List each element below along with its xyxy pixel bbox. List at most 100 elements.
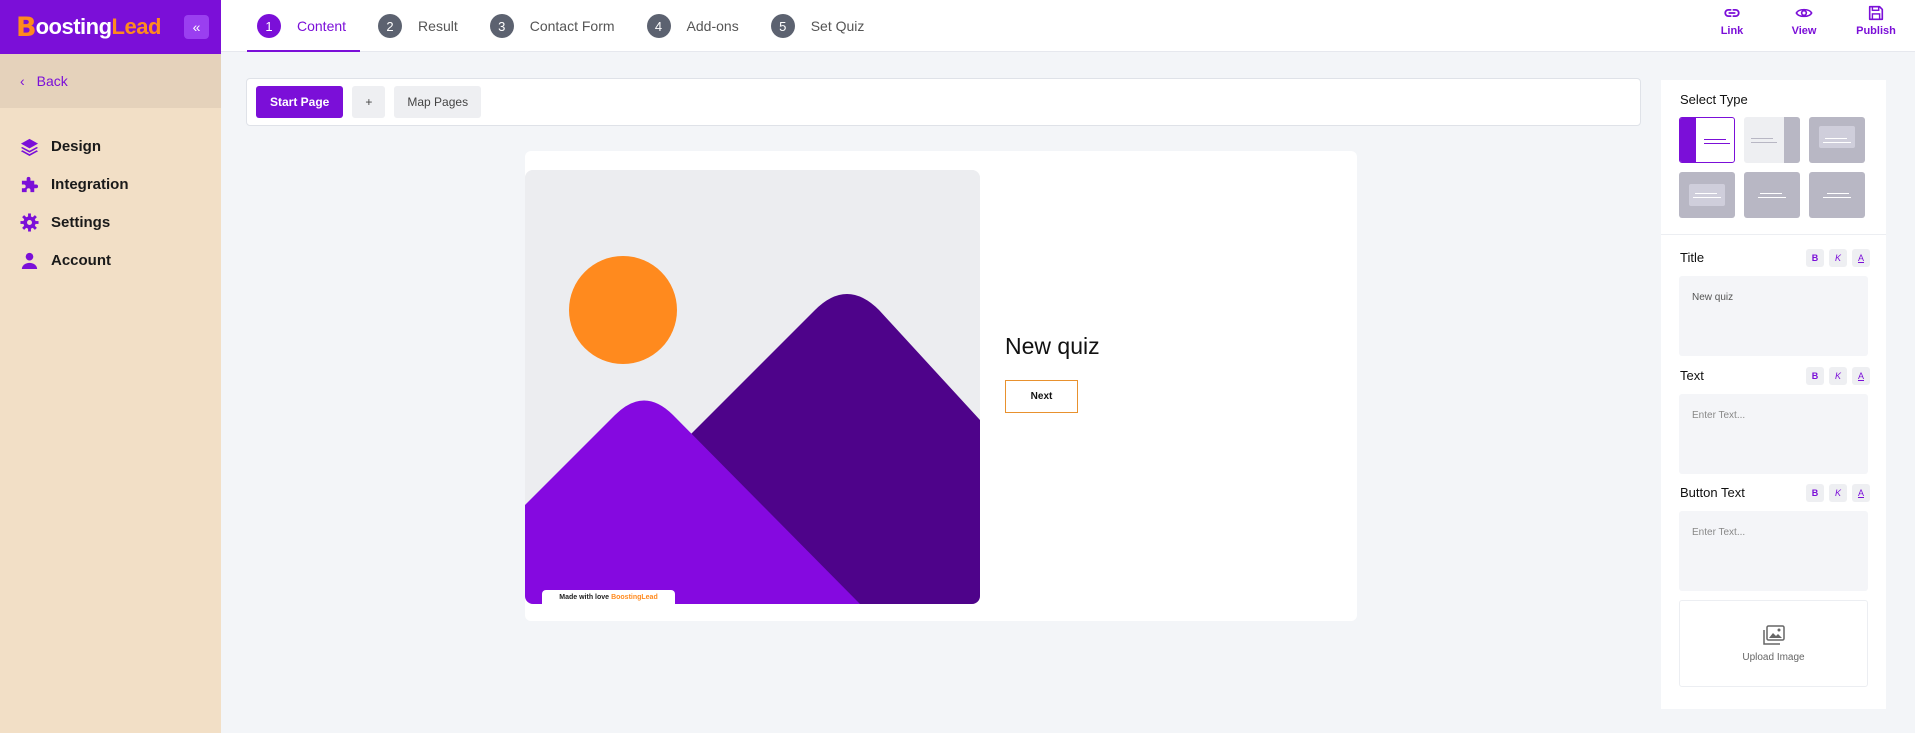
tile-line [1758,197,1786,198]
tab-content[interactable]: 1 Content [247,0,361,52]
tile-line [1827,193,1849,194]
map-pages-button[interactable]: Map Pages [394,86,482,118]
quiz-title[interactable]: New quiz [1005,333,1100,360]
step-label: Content [297,18,347,34]
layout-type-grid [1679,117,1865,218]
upload-image-label: Upload Image [1742,651,1805,663]
layout-type-option[interactable] [1809,117,1865,163]
landscape-illustration [525,170,980,604]
top-bar: 1 Content 2 Result 3 Contact Form 4 Add-… [221,0,1915,52]
layout-type-option[interactable] [1679,172,1735,218]
italic-button[interactable]: K [1829,249,1847,267]
made-with-label: Made with love [559,593,610,601]
chevron-left-icon: ‹ [20,73,25,89]
quiz-preview-canvas: Made with love BoostingLead New quiz Nex… [525,151,1357,621]
tab-set-quiz[interactable]: 5 Set Quiz [761,0,879,52]
step-number: 5 [770,14,795,38]
gear-icon [20,212,39,232]
header-actions: Link View Publish [1703,4,1905,37]
logo-mark: B [16,11,37,43]
next-button[interactable]: Next [1005,380,1078,413]
user-icon [21,252,38,269]
step-label: Set Quiz [810,18,865,34]
step-tabs: 1 Content 2 Result 3 Contact Form 4 Add-… [247,0,886,52]
sidebar-item-label: Settings [51,213,111,231]
collapse-sidebar-button[interactable]: « [184,15,209,39]
text-input[interactable]: Enter Text... [1679,394,1868,474]
puzzle-icon [21,176,39,192]
hero-image-placeholder[interactable]: Made with love BoostingLead [525,170,980,604]
sidebar-item-design[interactable]: Design [0,127,221,165]
tile-line [1751,138,1773,139]
link-icon [1724,8,1740,18]
title-label: Title [1680,250,1705,265]
text-color-button[interactable]: A [1852,367,1870,385]
sidebar-item-label: Design [51,137,102,155]
layout-type-option[interactable] [1744,172,1800,218]
tile-line [1823,142,1851,143]
tile-image-block [1680,118,1696,162]
made-with-brand: BoostingLead [611,593,658,601]
button-text-input[interactable]: Enter Text... [1679,511,1868,591]
add-page-button[interactable]: + [352,86,386,118]
tile-line [1693,197,1721,198]
tile-image-block [1689,184,1725,206]
text-color-button[interactable]: A [1852,249,1870,267]
tile-line [1704,143,1730,144]
button-text-label: Button Text [1680,485,1745,500]
step-number: 3 [489,14,514,38]
image-upload-icon [1762,624,1785,645]
start-page-button[interactable]: Start Page [256,86,344,118]
tab-add-ons[interactable]: 4 Add-ons [637,0,753,52]
properties-panel: Select Type Title B K A New quiz Text B … [1661,80,1886,709]
publish-button[interactable]: Publish [1847,4,1905,37]
tile-line [1823,197,1851,198]
bold-button[interactable]: B [1806,484,1824,502]
tile-line [1704,139,1726,140]
step-number: 2 [378,14,403,38]
tile-line [1695,193,1717,194]
layout-type-option[interactable] [1744,117,1800,163]
brand-bar: B oosting Lead « [0,0,221,54]
panel-divider [1661,234,1886,235]
text-label: Text [1680,368,1704,383]
tile-line [1760,193,1782,194]
text-color-button[interactable]: A [1852,484,1870,502]
link-label: Link [1720,25,1744,37]
step-label: Result [418,18,458,34]
back-button[interactable]: ‹ Back [0,54,221,108]
bold-button[interactable]: B [1806,367,1824,385]
tab-contact-form[interactable]: 3 Contact Form [480,0,629,52]
publish-label: Publish [1856,25,1896,37]
view-label: View [1791,25,1817,37]
select-type-heading: Select Type [1680,92,1748,107]
tile-image-block [1784,117,1800,163]
step-number: 1 [257,14,281,38]
sidebar: B oosting Lead « ‹ Back Design Integrati… [0,0,221,733]
logo-word-accent: Lead [111,14,162,39]
logo-word: oosting [35,14,112,39]
button-text-format-toolbar: B K A [1806,484,1870,502]
step-label: Contact Form [529,18,615,34]
bold-button[interactable]: B [1806,249,1824,267]
layout-type-option[interactable] [1809,172,1865,218]
sidebar-item-settings[interactable]: Settings [0,203,221,241]
title-input[interactable]: New quiz [1679,276,1868,356]
link-button[interactable]: Link [1703,4,1761,37]
title-format-toolbar: B K A [1806,249,1870,267]
tile-line [1825,138,1847,139]
eye-icon [1795,8,1813,18]
layout-type-option[interactable] [1679,117,1735,163]
upload-image-dropzone[interactable]: Upload Image [1679,600,1868,687]
italic-button[interactable]: K [1829,484,1847,502]
tile-image-block [1819,126,1855,148]
tab-result[interactable]: 2 Result [368,0,472,52]
italic-button[interactable]: K [1829,367,1847,385]
made-with-love-badge: Made with love BoostingLead [542,590,675,604]
tile-line [1751,142,1777,143]
text-format-toolbar: B K A [1806,367,1870,385]
sidebar-item-account[interactable]: Account [0,241,221,279]
view-button[interactable]: View [1775,4,1833,37]
sidebar-item-label: Account [51,251,111,269]
sidebar-item-integration[interactable]: Integration [0,165,221,203]
